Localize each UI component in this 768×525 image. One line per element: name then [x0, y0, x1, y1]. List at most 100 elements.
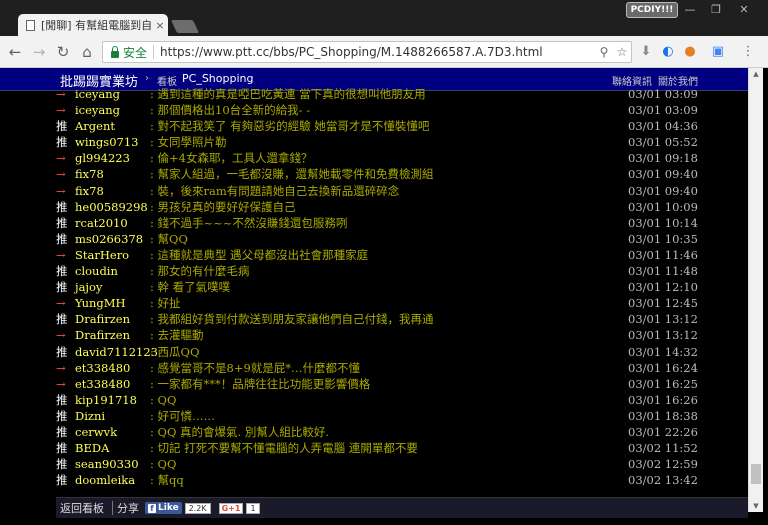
push-content: : 遇到這種的真是啞巴吃黃連 當下真的很想叫他朋友用 [150, 87, 426, 101]
push-userid[interactable]: jajoy [75, 279, 102, 295]
chart-extension-icon[interactable]: ▣ [710, 44, 726, 60]
push-datetime: 03/01 22:26 [628, 424, 698, 439]
push-content: : 幫家人組過，一毛都沒賺，還幫她載零件和免費檢測組 [150, 167, 434, 182]
gplus-count: 1 [246, 502, 260, 514]
push-datetime: 03/01 16:24 [628, 360, 698, 375]
push-row: → et338480: 一家都有***！品牌往往比功能更影響價格 03/01 16:… [0, 376, 748, 392]
zoom-icon[interactable]: ⚲ [595, 45, 613, 59]
profile-badge[interactable]: PCDIY!!! [626, 2, 678, 18]
push-content: : QQ 真的會爆氣. 別幫人組比較好. [150, 424, 330, 439]
push-userid[interactable]: doomleika [75, 472, 135, 488]
push-row: → Drafirzen: 去灌驅動 03/01 13:12 [0, 327, 748, 343]
push-userid[interactable]: BEDA [75, 440, 109, 456]
push-datetime: 03/01 03:09 [628, 103, 698, 118]
ptt-bottombar: 返回看板 分享 f Like 2.2K G+1 1 [56, 497, 748, 518]
push-datetime: 03/01 05:52 [628, 135, 698, 150]
push-datetime: 03/01 14:32 [628, 344, 698, 359]
lock-icon [111, 45, 119, 58]
push-tag: 推 [56, 441, 68, 456]
push-userid[interactable]: et338480 [75, 360, 130, 376]
close-window-icon[interactable]: ✕ [734, 3, 754, 16]
push-userid[interactable]: cloudin [75, 263, 118, 279]
push-tag: → [56, 167, 66, 182]
scrollbar-thumb[interactable] [751, 464, 761, 484]
forward-arrow-icon[interactable]: → [28, 41, 50, 63]
home-icon[interactable]: ⌂ [76, 41, 98, 63]
back-to-board-link[interactable]: 返回看板 [56, 500, 108, 516]
push-userid[interactable]: iceyang [75, 102, 120, 118]
push-datetime: 03/01 18:38 [628, 408, 698, 423]
browser-tab[interactable]: [閒聊] 有幫組電腦到自己 × [18, 14, 168, 36]
page-scrollbar[interactable]: ▲ ▼ [748, 68, 763, 512]
push-content: : 好可憐…… [150, 408, 216, 423]
scroll-down-icon[interactable]: ▼ [749, 500, 763, 512]
close-tab-icon[interactable]: × [152, 19, 168, 32]
push-row: → gl994223: 倫+4女森耶，工具人還拿錢？ 03/01 09:18 [0, 150, 748, 166]
push-tag: → [56, 328, 66, 343]
push-userid[interactable]: Argent [75, 118, 115, 134]
push-row: 推 doomleika: 幫qq 03/02 13:42 [0, 472, 748, 488]
push-userid[interactable]: Drafirzen [75, 311, 130, 327]
scroll-up-icon[interactable]: ▲ [749, 68, 763, 80]
push-row: → iceyang: 遇到這種的真是啞巴吃黃連 當下真的很想叫他朋友用 03/01 … [0, 86, 748, 102]
push-content: : 幫QQ [150, 231, 188, 246]
push-tag: 推 [56, 119, 68, 134]
push-tag: 推 [56, 392, 68, 407]
push-userid[interactable]: Dizni [75, 408, 105, 424]
push-row: 推 he00589298: 男孩兒真的要好好保護自己 03/01 10:09 [0, 199, 748, 215]
maximize-icon[interactable]: ❐ [706, 3, 726, 16]
push-content: : 這種就是典型 遇父母都沒出社會那種家庭 [150, 247, 369, 262]
ublock-extension-icon[interactable]: ● [682, 44, 698, 60]
push-userid[interactable]: cerwvk [75, 424, 117, 440]
push-content: : 幹 看了氣噗噗 [150, 280, 231, 295]
push-userid[interactable]: iceyang [75, 86, 120, 102]
gplus-button[interactable]: G+1 [218, 502, 244, 514]
push-tag: 推 [56, 424, 68, 439]
push-content: : 女同學照片勒 [150, 135, 227, 150]
back-arrow-icon[interactable]: ← [4, 41, 26, 63]
push-userid[interactable]: fix78 [75, 166, 104, 182]
push-datetime: 03/01 12:45 [628, 296, 698, 311]
push-userid[interactable]: gl994223 [75, 150, 130, 166]
push-userid[interactable]: et338480 [75, 376, 130, 392]
sync-extension-icon[interactable]: ◐ [660, 44, 676, 60]
push-row: → et338480: 感覺當哥不是8+9就是屁*…什麼都不懂 03/01 16:2… [0, 360, 748, 376]
push-datetime: 03/01 09:40 [628, 183, 698, 198]
menu-icon[interactable]: ⋮ [740, 44, 756, 60]
push-tag: 推 [56, 215, 68, 230]
minimize-icon[interactable]: — [680, 3, 700, 16]
push-userid[interactable]: rcat2010 [75, 215, 128, 231]
push-userid[interactable]: StarHero [75, 247, 129, 263]
address-bar[interactable]: 安全 https://www.ptt.cc/bbs/PC_Shopping/M.… [102, 41, 632, 63]
push-userid[interactable]: YungMH [75, 295, 126, 311]
push-tag: → [56, 151, 66, 166]
push-tag: → [56, 360, 66, 375]
push-row: 推 cloudin: 那女的有什麼毛病 03/01 11:48 [0, 263, 748, 279]
board-name-link[interactable]: PC_Shopping [182, 72, 253, 85]
push-userid[interactable]: kip191718 [75, 392, 137, 408]
push-userid[interactable]: ms0266378 [75, 231, 143, 247]
download-extension-icon[interactable]: ⬇ [638, 44, 654, 60]
push-content: : 倫+4女森耶，工具人還拿錢？ [150, 151, 313, 166]
push-userid[interactable]: Drafirzen [75, 327, 130, 343]
url-text[interactable]: https://www.ptt.cc/bbs/PC_Shopping/M.148… [160, 45, 595, 59]
new-tab-button[interactable] [170, 20, 200, 33]
push-content: : 切記 打死不要幫不懂電腦的人弄電腦 連開單都不要 [150, 441, 418, 456]
push-tag: → [56, 103, 66, 118]
push-row: 推 rcat2010: 錢不過手~~~不然沒賺錢還包服務咧 03/01 10:14 [0, 215, 748, 231]
push-userid[interactable]: he00589298 [75, 199, 148, 215]
push-content: : 男孩兒真的要好好保護自己 [150, 199, 296, 214]
push-row: 推 Dizni: 好可憐…… 03/01 18:38 [0, 408, 748, 424]
push-content: : 幫qq [150, 473, 184, 488]
push-userid[interactable]: sean90330 [75, 456, 139, 472]
bookmark-star-icon[interactable]: ☆ [613, 45, 631, 59]
facebook-like-button[interactable]: f Like [145, 502, 182, 514]
push-userid[interactable]: fix78 [75, 183, 104, 199]
push-userid[interactable]: david7112123 [75, 344, 158, 360]
push-userid[interactable]: wings0713 [75, 134, 138, 150]
push-datetime: 03/01 10:14 [628, 215, 698, 230]
reload-icon[interactable]: ↻ [52, 41, 74, 63]
push-datetime: 03/01 13:12 [628, 312, 698, 327]
push-row: 推 david7112123: 西瓜QQ 03/01 14:32 [0, 344, 748, 360]
push-content: : 去灌驅動 [150, 328, 204, 343]
